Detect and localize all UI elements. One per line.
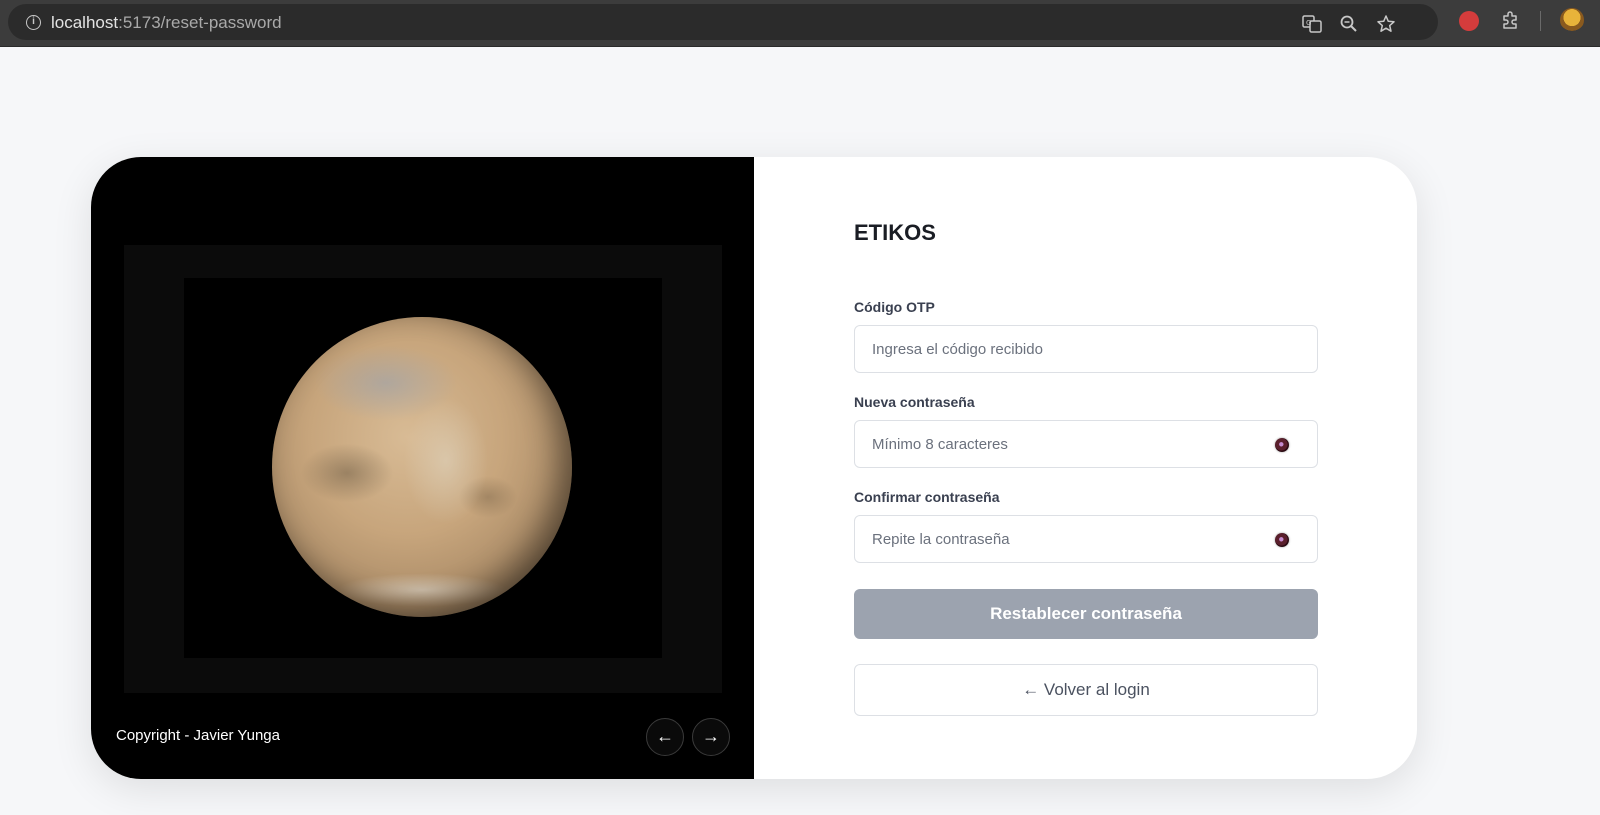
- address-bar[interactable]: i localhost:5173/reset-password G: [8, 4, 1438, 40]
- eye-icon[interactable]: [1275, 438, 1289, 452]
- new-password-field[interactable]: [854, 420, 1318, 468]
- back-to-login-button[interactable]: ← Volver al login: [854, 664, 1318, 716]
- reset-password-button[interactable]: Restablecer contraseña: [854, 589, 1318, 639]
- extension-icon[interactable]: [1459, 11, 1479, 31]
- mars-planet-image: [272, 317, 572, 617]
- hero-panel: Copyright - Javier Yunga ← →: [91, 157, 754, 779]
- otp-field[interactable]: [854, 325, 1318, 373]
- url-host: localhost: [51, 13, 119, 32]
- copyright-text: Copyright - Javier Yunga: [116, 727, 280, 744]
- prev-slide-button[interactable]: ←: [646, 718, 684, 756]
- svg-text:G: G: [1306, 19, 1311, 27]
- confirm-password-field[interactable]: [854, 515, 1318, 563]
- profile-avatar[interactable]: [1560, 8, 1584, 32]
- next-slide-button[interactable]: →: [692, 718, 730, 756]
- url-path: :5173/reset-password: [118, 13, 282, 32]
- star-icon[interactable]: [1375, 13, 1397, 35]
- browser-toolbar: i localhost:5173/reset-password G: [0, 0, 1600, 47]
- toolbar-separator: [1540, 11, 1541, 31]
- zoom-icon[interactable]: [1338, 13, 1360, 35]
- new-password-input[interactable]: [855, 421, 1317, 467]
- form-panel: ETIKOS Código OTP Nueva contraseña Confi…: [754, 157, 1417, 779]
- puzzle-icon[interactable]: [1499, 9, 1521, 31]
- eye-icon[interactable]: [1275, 533, 1289, 547]
- otp-input[interactable]: [855, 326, 1317, 372]
- new-password-label: Nueva contraseña: [854, 394, 975, 410]
- reset-password-card: Copyright - Javier Yunga ← → ETIKOS Códi…: [91, 157, 1417, 779]
- translate-icon[interactable]: G: [1301, 13, 1323, 35]
- confirm-password-label: Confirmar contraseña: [854, 489, 1000, 505]
- info-icon[interactable]: i: [26, 15, 41, 30]
- confirm-password-input[interactable]: [855, 516, 1317, 562]
- brand-title: ETIKOS: [854, 220, 936, 245]
- otp-label: Código OTP: [854, 299, 935, 315]
- url-text[interactable]: localhost:5173/reset-password: [51, 13, 282, 33]
